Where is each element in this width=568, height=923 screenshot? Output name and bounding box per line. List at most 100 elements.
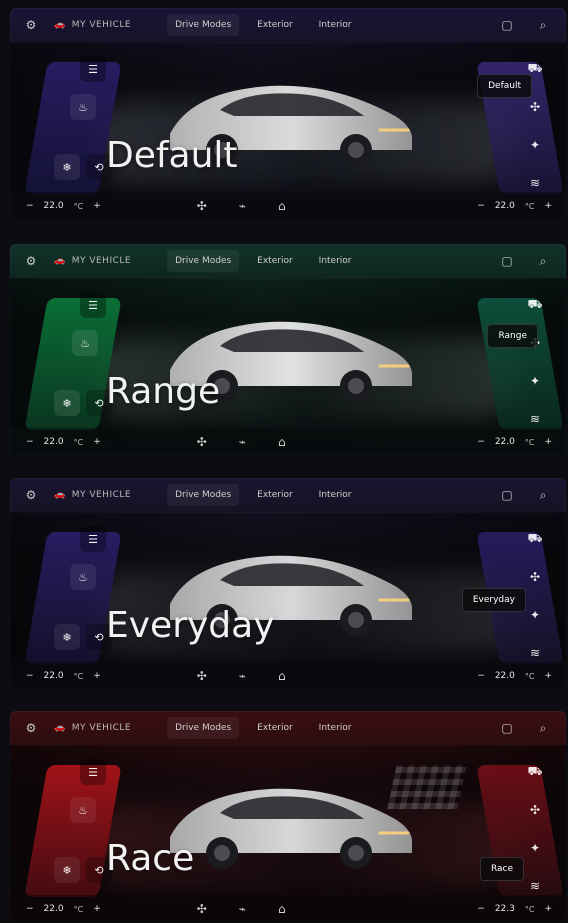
home-icon[interactable]: ⌂ <box>278 435 286 449</box>
menu-icon[interactable]: ☰ <box>80 526 106 552</box>
menu-icon[interactable]: ☰ <box>80 292 106 318</box>
decrease-left-temp-button[interactable]: − <box>26 201 34 211</box>
tab-drive-modes[interactable]: Drive Modes <box>167 250 240 272</box>
search-icon[interactable]: ⌕ <box>530 482 556 508</box>
panel-icon[interactable]: ▢ <box>494 715 520 741</box>
seat-heat-icon[interactable]: ♨ <box>70 564 96 590</box>
increase-left-temp-button[interactable]: + <box>93 201 101 211</box>
my-vehicle[interactable]: 🚗 MY VEHICLE <box>54 723 131 733</box>
tab-interior[interactable]: Interior <box>311 717 360 739</box>
heat-icon[interactable]: ✦ <box>522 835 548 861</box>
gear-icon[interactable]: ⚙ <box>18 248 44 274</box>
fan-icon[interactable]: ✣ <box>197 902 207 916</box>
seat-heat-icon[interactable]: ♨ <box>70 94 96 120</box>
home-icon[interactable]: ⌂ <box>278 669 286 683</box>
climate-icon[interactable]: ⌁ <box>239 199 246 213</box>
mode-pill: Race <box>479 857 524 881</box>
panel-icon[interactable]: ▢ <box>494 12 520 38</box>
my-vehicle[interactable]: 🚗 MY VEHICLE <box>54 20 131 30</box>
increase-right-temp-button[interactable]: + <box>544 671 552 681</box>
search-icon[interactable]: ⌕ <box>530 248 556 274</box>
seat-cool-icon[interactable]: ❄ <box>54 857 80 883</box>
right-temp-unit: °C <box>524 671 535 681</box>
tab-drive-modes[interactable]: Drive Modes <box>167 14 240 36</box>
drive-mode-panel-default: ⚙ 🚗 MY VEHICLE Drive Modes Exterior Inte… <box>10 8 566 220</box>
panel-icon[interactable]: ▢ <box>494 482 520 508</box>
car-icon[interactable]: ⛟ <box>522 292 548 318</box>
climate-icon[interactable]: ⌁ <box>239 435 246 449</box>
bottom-center-icons: ✣ ⌁ ⌂ <box>197 669 286 683</box>
tab-drive-modes[interactable]: Drive Modes <box>167 484 240 506</box>
panel-icon[interactable]: ▢ <box>494 248 520 274</box>
heat-icon[interactable]: ✦ <box>522 368 548 394</box>
search-icon[interactable]: ⌕ <box>530 715 556 741</box>
left-temp-control: − 22.0 °C + <box>26 201 101 211</box>
drive-mode-panel-range: ⚙ 🚗 MY VEHICLE Drive Modes Exterior Inte… <box>10 244 566 456</box>
car-icon: 🚗 <box>54 723 66 733</box>
tab-exterior[interactable]: Exterior <box>249 717 301 739</box>
gear-icon[interactable]: ⚙ <box>18 12 44 38</box>
tab-exterior[interactable]: Exterior <box>249 14 301 36</box>
decrease-left-temp-button[interactable]: − <box>26 904 34 914</box>
my-vehicle[interactable]: 🚗 MY VEHICLE <box>54 256 131 266</box>
seat-cool-icon[interactable]: ❄ <box>54 624 80 650</box>
seat-heat-icon[interactable]: ♨ <box>72 330 98 356</box>
my-vehicle[interactable]: 🚗 MY VEHICLE <box>54 490 131 500</box>
mode-title: Everyday <box>106 605 275 646</box>
seat-cool-icon[interactable]: ❄ <box>54 154 80 180</box>
tab-drive-modes[interactable]: Drive Modes <box>167 717 240 739</box>
decrease-right-temp-button[interactable]: − <box>477 904 485 914</box>
left-temp-value: 22.0 <box>43 437 64 447</box>
tab-interior[interactable]: Interior <box>311 14 360 36</box>
gear-icon[interactable]: ⚙ <box>18 715 44 741</box>
increase-right-temp-button[interactable]: + <box>544 904 552 914</box>
menu-icon[interactable]: ☰ <box>80 759 106 785</box>
left-temp-unit: °C <box>73 437 84 447</box>
increase-left-temp-button[interactable]: + <box>93 437 101 447</box>
gear-icon[interactable]: ⚙ <box>18 482 44 508</box>
bottom-center-icons: ✣ ⌁ ⌂ <box>197 902 286 916</box>
decrease-left-temp-button[interactable]: − <box>26 671 34 681</box>
heat-icon[interactable]: ✦ <box>522 132 548 158</box>
left-temp-value: 22.0 <box>43 201 64 211</box>
fan-icon[interactable]: ✣ <box>522 564 548 590</box>
left-temp-value: 22.0 <box>43 904 64 914</box>
left-temp-value: 22.0 <box>43 671 64 681</box>
fan-icon[interactable]: ✣ <box>197 435 207 449</box>
fan-icon[interactable]: ✣ <box>197 199 207 213</box>
mode-stage: ☰ ♨ ❄ ⟲ ⛟ ✣ ✦ ≋ Default Default <box>10 42 566 194</box>
fan-icon[interactable]: ✣ <box>197 669 207 683</box>
menu-icon[interactable]: ☰ <box>80 56 106 82</box>
bottom-bar: − 22.0 °C + ✣ ⌁ ⌂ − 22.0 °C + <box>10 662 566 690</box>
increase-right-temp-button[interactable]: + <box>544 437 552 447</box>
car-icon[interactable]: ⛟ <box>522 526 548 552</box>
tab-interior[interactable]: Interior <box>311 250 360 272</box>
car-icon[interactable]: ⛟ <box>522 759 548 785</box>
home-icon[interactable]: ⌂ <box>278 199 286 213</box>
seat-cool-icon[interactable]: ❄ <box>54 390 80 416</box>
drive-mode-panel-race: ⚙ 🚗 MY VEHICLE Drive Modes Exterior Inte… <box>10 711 566 923</box>
increase-left-temp-button[interactable]: + <box>93 671 101 681</box>
decrease-right-temp-button[interactable]: − <box>477 671 485 681</box>
fan-icon[interactable]: ✣ <box>522 797 548 823</box>
left-temp-control: − 22.0 °C + <box>26 437 101 447</box>
climate-icon[interactable]: ⌁ <box>239 902 246 916</box>
seat-heat-icon[interactable]: ♨ <box>70 797 96 823</box>
mode-stage: ☰ ♨ ❄ ⟲ ⛟ ✣ ✦ ≋ Range <box>10 278 566 430</box>
increase-right-temp-button[interactable]: + <box>544 201 552 211</box>
top-actions: ▢ ⌕ <box>494 12 556 38</box>
search-icon[interactable]: ⌕ <box>530 12 556 38</box>
mode-stage: ☰ ♨ ❄ ⟲ ⛟ ✣ ✦ ≋ Race Race <box>10 745 566 897</box>
home-icon[interactable]: ⌂ <box>278 902 286 916</box>
decrease-left-temp-button[interactable]: − <box>26 437 34 447</box>
decrease-right-temp-button[interactable]: − <box>477 201 485 211</box>
decrease-right-temp-button[interactable]: − <box>477 437 485 447</box>
tab-exterior[interactable]: Exterior <box>249 250 301 272</box>
climate-icon[interactable]: ⌁ <box>239 669 246 683</box>
tab-interior[interactable]: Interior <box>311 484 360 506</box>
bottom-center-icons: ✣ ⌁ ⌂ <box>197 435 286 449</box>
left-temp-unit: °C <box>73 904 84 914</box>
tab-exterior[interactable]: Exterior <box>249 484 301 506</box>
mode-stage: ☰ ♨ ❄ ⟲ ⛟ ✣ ✦ ≋ Everyday Everyday <box>10 512 566 664</box>
increase-left-temp-button[interactable]: + <box>93 904 101 914</box>
